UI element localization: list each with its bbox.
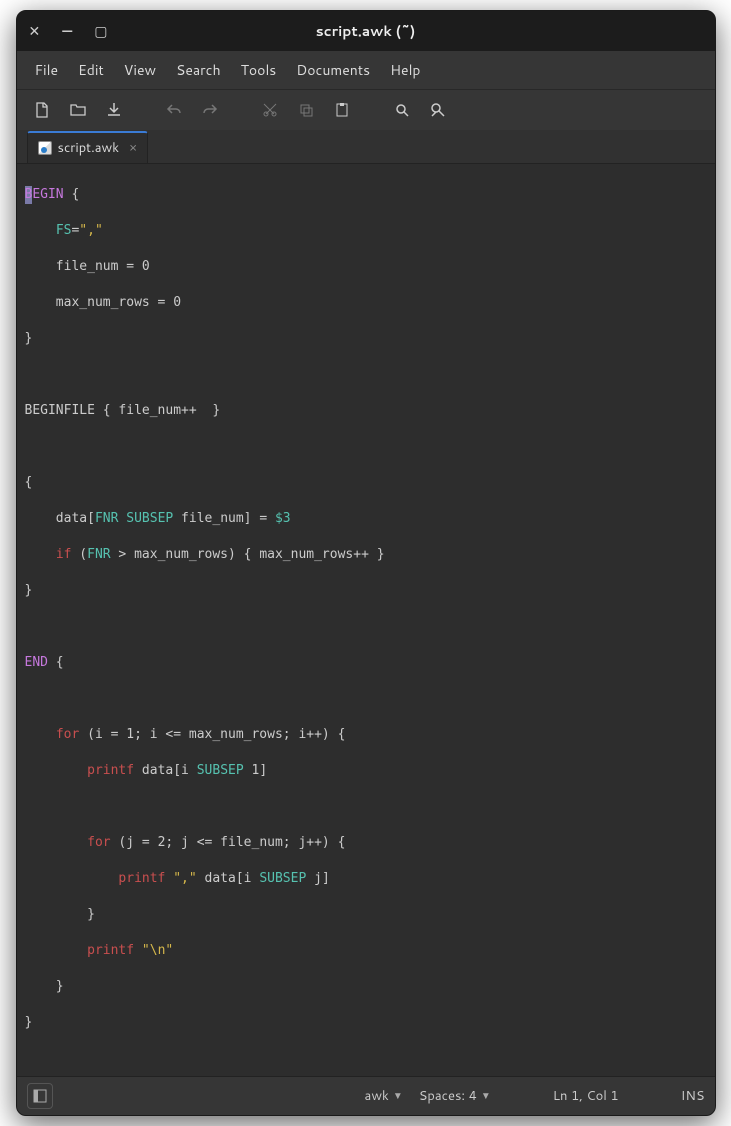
undo-button[interactable]	[159, 96, 189, 124]
editor-window: ✕ — ▢ script.awk (~) File Edit View Sear…	[16, 10, 716, 1116]
status-syntax[interactable]: awk▼	[365, 1087, 403, 1105]
toolbar	[17, 89, 715, 130]
menu-file[interactable]: File	[27, 57, 67, 83]
close-icon[interactable]: ✕	[29, 21, 41, 41]
minimize-icon[interactable]: —	[62, 21, 72, 41]
menu-search[interactable]: Search	[168, 57, 229, 83]
open-file-button[interactable]	[63, 96, 93, 124]
window-controls: ✕ — ▢	[29, 21, 108, 41]
menubar: File Edit View Search Tools Documents He…	[17, 51, 715, 89]
search-button[interactable]	[387, 96, 417, 124]
redo-button[interactable]	[195, 96, 225, 124]
tab-label: script.awk	[58, 139, 120, 157]
status-mode[interactable]: INS	[681, 1087, 705, 1105]
status-spaces[interactable]: Spaces: 4▼	[419, 1087, 491, 1105]
chevron-down-icon: ▼	[393, 1089, 403, 1103]
file-icon	[38, 141, 52, 155]
titlebar: ✕ — ▢ script.awk (~)	[17, 11, 715, 51]
cut-button[interactable]	[255, 96, 285, 124]
menu-documents[interactable]: Documents	[288, 57, 378, 83]
find-replace-button[interactable]	[423, 96, 453, 124]
menu-help[interactable]: Help	[382, 57, 428, 83]
paste-button[interactable]	[327, 96, 357, 124]
side-panel-button[interactable]	[27, 1083, 53, 1109]
copy-button[interactable]	[291, 96, 321, 124]
save-button[interactable]	[99, 96, 129, 124]
status-cursor-pos: Ln 1, Col 1	[553, 1087, 619, 1105]
window-title: script.awk (~)	[17, 21, 715, 41]
menu-view[interactable]: View	[116, 57, 164, 83]
menu-edit[interactable]: Edit	[70, 57, 112, 83]
tabbar: script.awk ×	[17, 130, 715, 164]
new-file-button[interactable]	[27, 96, 57, 124]
statusbar: awk▼ Spaces: 4▼ Ln 1, Col 1 INS	[17, 1076, 715, 1115]
tab-close-icon[interactable]: ×	[129, 139, 137, 157]
tab-script-awk[interactable]: script.awk ×	[27, 131, 149, 163]
menu-tools[interactable]: Tools	[233, 57, 285, 83]
maximize-icon[interactable]: ▢	[94, 21, 107, 41]
chevron-down-icon: ▼	[481, 1089, 491, 1103]
code-editor[interactable]: BEGIN { FS="," file_num = 0 max_num_rows…	[17, 164, 715, 1076]
